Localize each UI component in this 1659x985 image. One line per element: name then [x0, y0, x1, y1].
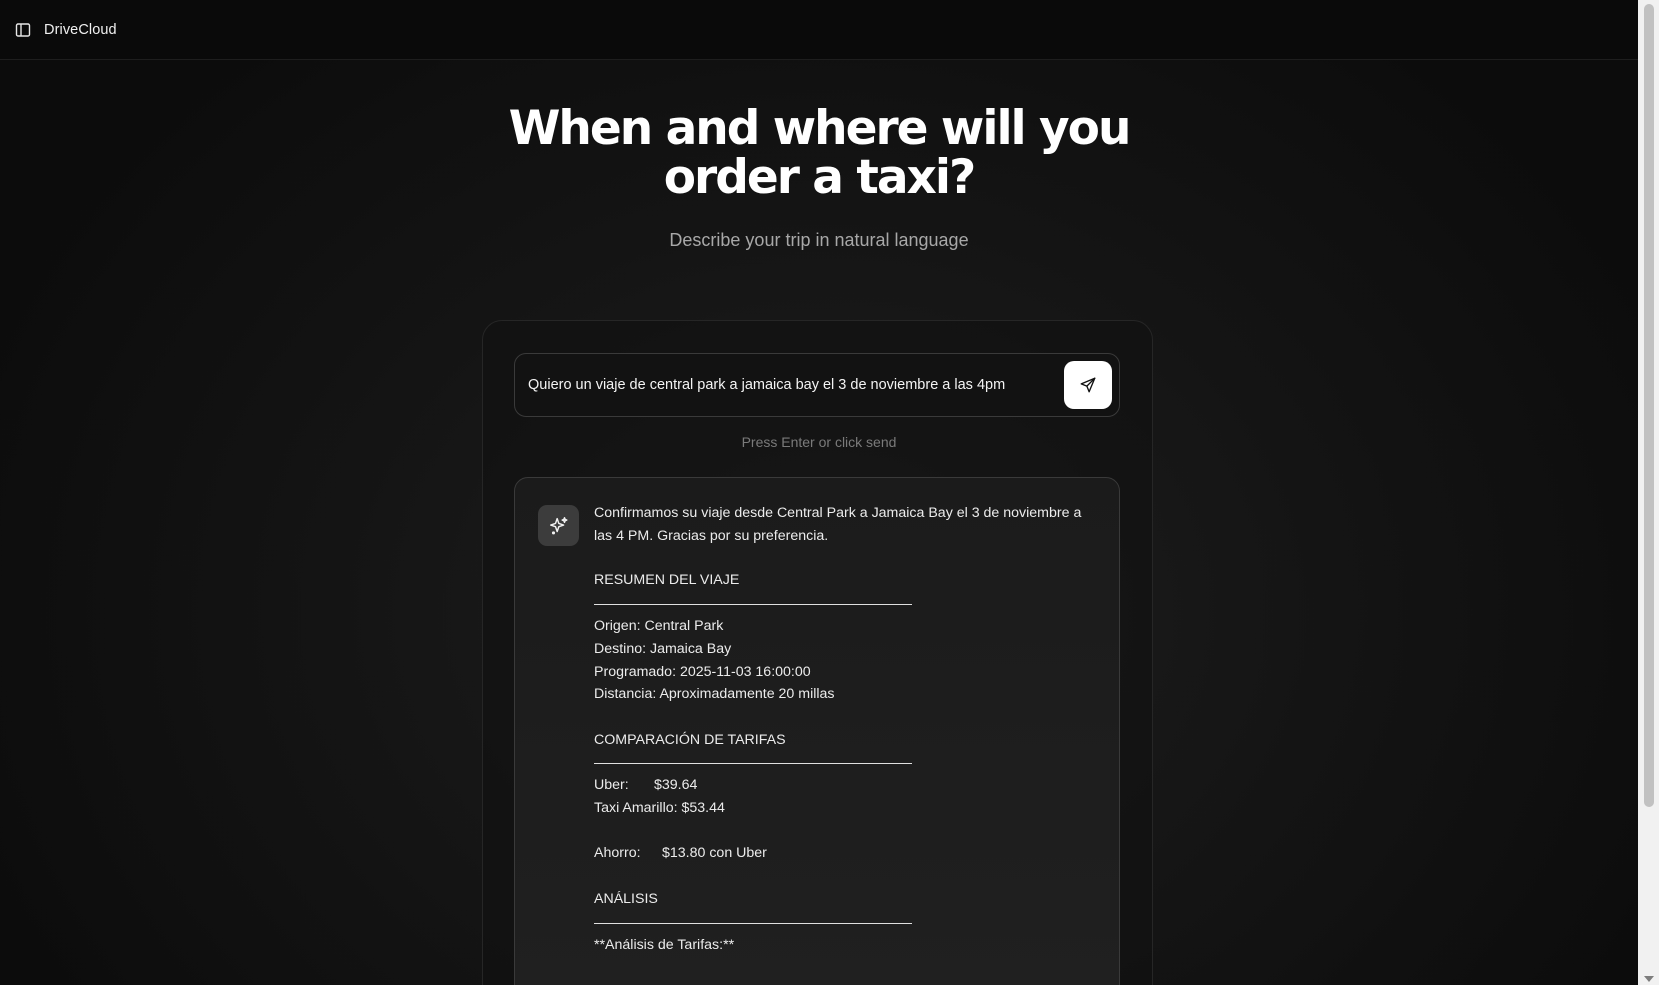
section-divider — [594, 922, 912, 924]
page-title-line-2: order a taxi? — [663, 150, 976, 205]
brand-name: DriveCloud — [44, 21, 117, 38]
response-intro: Confirmamos su viaje desde Central Park … — [594, 505, 1082, 544]
analysis-subtitle: **Análisis de Tarifas:** — [594, 936, 735, 953]
fare-uber-row: Uber: $39.64 — [594, 774, 1094, 797]
top-bar: DriveCloud — [0, 0, 1638, 60]
sparkles-icon — [549, 516, 568, 534]
summary-distance: Distancia: Aproximadamente 20 millas — [594, 686, 835, 703]
assistant-avatar — [538, 505, 579, 546]
scrollbar-thumb[interactable] — [1644, 4, 1654, 807]
trip-input-box — [514, 353, 1120, 417]
fare-savings-row: Ahorro: $13.80 con Uber — [594, 842, 1094, 865]
summary-origin: Origen: Central Park — [594, 618, 724, 635]
sidebar-toggle-icon[interactable] — [14, 21, 32, 39]
scroll-down-arrow-icon[interactable] — [1644, 976, 1654, 982]
summary-scheduled: Programado: 2025-11-03 16:00:00 — [594, 663, 811, 680]
send-button[interactable] — [1064, 361, 1112, 409]
fare-savings-value: $13.80 con Uber — [662, 845, 767, 862]
section-divider — [594, 604, 912, 606]
fares-heading: COMPARACIÓN DE TARIFAS — [594, 731, 786, 748]
summary-destination: Destino: Jamaica Bay — [594, 640, 732, 657]
scrollbar[interactable] — [1638, 0, 1659, 985]
page-title-line-1: When and where will you — [508, 101, 1132, 156]
page-title: When and where will you order a taxi? — [0, 104, 1638, 202]
fare-savings-label: Ahorro: — [594, 845, 641, 862]
send-icon — [1080, 377, 1096, 393]
send-hint: Press Enter or click send — [741, 434, 897, 450]
summary-heading: RESUMEN DEL VIAJE — [594, 572, 740, 589]
analysis-heading: ANÁLISIS — [594, 890, 658, 907]
section-divider — [594, 763, 912, 765]
response-content: Confirmamos su viaje desde Central Park … — [594, 502, 1094, 956]
fare-uber-label: Uber: — [594, 777, 629, 794]
fare-uber-value: $39.64 — [654, 777, 698, 794]
trip-input[interactable] — [528, 377, 1064, 393]
fare-taxi-row: Taxi Amarillo: $53.44 — [594, 800, 725, 817]
page-subtitle: Describe your trip in natural language — [669, 230, 969, 250]
